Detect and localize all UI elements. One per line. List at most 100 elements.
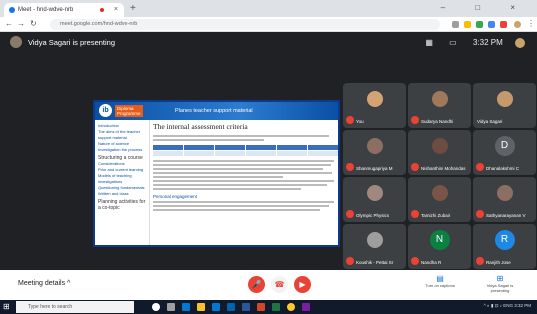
- present-label: Vidya Sagari is presenting: [486, 283, 514, 293]
- ib-logo: ib Diploma Programme: [99, 104, 143, 117]
- text-line: [153, 209, 320, 211]
- meeting-details-label: Meeting details: [18, 280, 66, 287]
- tab-title: Meet - hnd-wdve-nrb: [18, 7, 74, 13]
- criteria-table: [153, 145, 338, 156]
- text-line: [153, 176, 283, 178]
- mic-off-icon: [411, 116, 419, 124]
- participant-avatar: [496, 91, 513, 107]
- captions-button[interactable]: ▤ Turn on captions: [420, 274, 460, 288]
- reload-icon[interactable]: ↻: [30, 19, 37, 28]
- word-icon[interactable]: [242, 303, 250, 311]
- mic-toggle-button[interactable]: 🎤: [248, 276, 265, 293]
- sidebar-link[interactable]: The aims of the teacher support material: [98, 129, 146, 141]
- layout-icon[interactable]: ▦: [425, 38, 433, 47]
- table-cell: [277, 145, 307, 150]
- participant-tile[interactable]: Nishanthini Mohandas: [408, 130, 471, 175]
- taskbar-search[interactable]: Type here to search: [16, 301, 134, 313]
- tab-meet[interactable]: Meet - hnd-wdve-nrb ×: [4, 3, 124, 17]
- sidebar-link[interactable]: Investigation the process: [98, 147, 146, 153]
- mic-off-icon: [411, 257, 419, 265]
- participant-tile[interactable]: Olympic Physics: [343, 177, 406, 222]
- participant-name: Sathyanarayanan V: [486, 213, 526, 218]
- extension-icon[interactable]: [476, 21, 483, 28]
- mic-off-icon: [346, 210, 354, 218]
- clock: 3:32 PM: [472, 38, 503, 48]
- participant-tile[interactable]: Vidya Sagari: [473, 83, 536, 128]
- chevron-up-icon: ^: [67, 280, 71, 287]
- participant-tile[interactable]: Tamizhi Zubair: [408, 177, 471, 222]
- sidebar-link[interactable]: Written and class: [98, 191, 146, 197]
- back-icon[interactable]: ←: [5, 19, 13, 28]
- system-tray[interactable]: ^ ◐ ▮ ⊡ ♪ ENG 3:32 PM: [484, 303, 531, 309]
- ib-header: ib Diploma Programme Planes teacher supp…: [95, 102, 338, 120]
- table-cell: [215, 145, 245, 150]
- participant-name: Nishanthini Mohandas: [421, 166, 466, 171]
- forward-icon[interactable]: →: [17, 19, 25, 28]
- chrome-icon[interactable]: [287, 303, 295, 311]
- participant-name: Sudarya Nandhi: [421, 119, 454, 124]
- table-cell: [277, 151, 307, 156]
- text-line: [153, 188, 301, 190]
- profile-avatar[interactable]: [514, 21, 521, 28]
- participant-tile[interactable]: Koushik - Pettai Sr: [343, 224, 406, 269]
- task-view-icon[interactable]: [167, 303, 175, 311]
- new-tab-button[interactable]: +: [130, 3, 136, 14]
- windows-start-icon[interactable]: ⊞: [3, 302, 10, 311]
- participant-name: Tamizhi Zubair: [421, 213, 451, 218]
- participant-avatar: [496, 185, 513, 201]
- extension-icon[interactable]: [500, 21, 507, 28]
- mic-off-icon: [476, 163, 484, 171]
- table-cell: [153, 145, 183, 150]
- sidebar-link[interactable]: Models of teaching investigations: [98, 173, 146, 185]
- menu-icon[interactable]: ⋮: [527, 19, 535, 28]
- mic-off-icon: [411, 210, 419, 218]
- ib-header-title: Planes teacher support material: [175, 108, 253, 114]
- participant-tile[interactable]: Shanmugapriya M: [343, 130, 406, 175]
- ib-content: The internal assessment criteria Persona…: [153, 122, 338, 245]
- window-controls[interactable]: – □ ×: [441, 3, 529, 12]
- participant-tile[interactable]: N Nandha R: [408, 224, 471, 269]
- powerpoint-icon[interactable]: [257, 303, 265, 311]
- end-call-button[interactable]: ☎: [271, 276, 288, 293]
- participant-tile[interactable]: R Ranjith Jose: [473, 224, 536, 269]
- text-line: [153, 180, 335, 182]
- text-line: [153, 168, 324, 170]
- captions-icon: ▤: [436, 274, 444, 283]
- pin-icon[interactable]: ▭: [449, 38, 457, 47]
- mic-off-icon: [346, 257, 354, 265]
- text-line: [153, 164, 331, 166]
- app-icon[interactable]: [302, 303, 310, 311]
- text-line: [153, 160, 335, 162]
- camera-icon[interactable]: [452, 21, 459, 28]
- sidebar-section: Planning activities for a co-topic: [98, 199, 146, 211]
- store-icon[interactable]: [212, 303, 220, 311]
- ib-sidebar: Introduction The aims of the teacher sup…: [95, 120, 150, 245]
- section-heading: Personal engagement: [153, 194, 198, 199]
- url-text: meet.google.com/hnd-wdve-nrb: [60, 21, 138, 27]
- table-cell: [153, 151, 183, 156]
- participant-name: Vidya Sagari: [477, 119, 503, 124]
- mail-icon[interactable]: [227, 303, 235, 311]
- star-icon[interactable]: [464, 21, 471, 28]
- extension-icon[interactable]: [488, 21, 495, 28]
- camera-toggle-button[interactable]: ▶: [294, 276, 311, 293]
- table-cell: [308, 151, 338, 156]
- recording-icon: [100, 8, 104, 12]
- participant-tile[interactable]: Sudarya Nandhi: [408, 83, 471, 128]
- participant-tile[interactable]: Sathyanarayanan V: [473, 177, 536, 222]
- meet-favicon-icon: [9, 7, 15, 13]
- browser-tab-strip: Meet - hnd-wdve-nrb × + – □ ×: [0, 0, 537, 17]
- excel-icon[interactable]: [272, 303, 280, 311]
- file-explorer-icon[interactable]: [197, 303, 205, 311]
- participant-tile[interactable]: D Dhanalakshmi C: [473, 130, 536, 175]
- edge-icon[interactable]: [182, 303, 190, 311]
- taskbar-search-placeholder: Type here to search: [28, 304, 73, 310]
- participant-name: You: [356, 119, 364, 124]
- address-bar[interactable]: meet.google.com/hnd-wdve-nrb: [50, 19, 440, 30]
- browser-toolbar: ← → ↻ meet.google.com/hnd-wdve-nrb ⋮: [0, 17, 537, 32]
- present-button[interactable]: ⊞ Vidya Sagari is presenting: [480, 274, 520, 293]
- participant-tile[interactable]: You: [343, 83, 406, 128]
- meeting-details-button[interactable]: Meeting details ^: [18, 280, 70, 287]
- cortana-icon[interactable]: [152, 303, 160, 311]
- close-tab-icon[interactable]: ×: [114, 6, 118, 13]
